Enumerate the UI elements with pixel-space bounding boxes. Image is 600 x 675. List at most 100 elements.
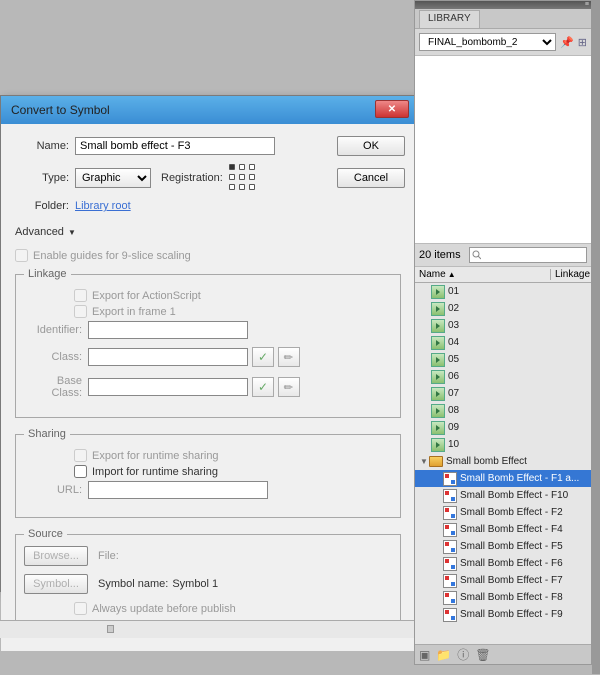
- list-item[interactable]: Small Bomb Effect - F5: [415, 538, 591, 555]
- export-frame1-checkbox: [74, 305, 87, 318]
- nine-slice-checkbox: [15, 249, 28, 262]
- list-item[interactable]: 07: [415, 385, 591, 402]
- graphic-icon: [443, 523, 457, 537]
- properties-icon[interactable]: ⓘ: [457, 646, 469, 663]
- panel-top-strip[interactable]: ≡: [415, 1, 591, 9]
- sort-asc-icon: ▲: [448, 270, 456, 279]
- movieclip-icon: [431, 421, 445, 435]
- library-toolbar: ▣ 📁 ⓘ 🗑: [415, 644, 591, 664]
- list-item[interactable]: 06: [415, 368, 591, 385]
- library-document-select[interactable]: FINAL_bombomb_2: [419, 33, 556, 51]
- list-item[interactable]: 10: [415, 436, 591, 453]
- library-preview: [415, 56, 591, 244]
- list-item[interactable]: Small Bomb Effect - F7: [415, 572, 591, 589]
- graphic-icon: [443, 472, 457, 486]
- dialog-title: Convert to Symbol: [11, 103, 110, 117]
- edit-base-button: ✎: [278, 377, 300, 397]
- pin-icon[interactable]: 📌: [560, 36, 574, 49]
- always-update-checkbox: [74, 602, 87, 615]
- list-item[interactable]: 09: [415, 419, 591, 436]
- movieclip-icon: [431, 438, 445, 452]
- new-symbol-icon[interactable]: ▣: [419, 648, 430, 662]
- linkage-fieldset: Linkage Export for ActionScript Export i…: [15, 268, 401, 418]
- sharing-legend: Sharing: [24, 428, 70, 440]
- library-panel: ≡ LIBRARY FINAL_bombomb_2 📌 ⊞ 20 items N…: [414, 0, 592, 665]
- dialog-titlebar[interactable]: Convert to Symbol ✕: [1, 96, 415, 124]
- movieclip-icon: [431, 404, 445, 418]
- list-item[interactable]: 01: [415, 283, 591, 300]
- library-tab[interactable]: LIBRARY: [419, 10, 480, 28]
- list-item[interactable]: 02: [415, 300, 591, 317]
- validate-class-button: ✓: [252, 347, 274, 367]
- name-input[interactable]: [75, 137, 275, 155]
- source-fieldset: Source Browse... File: Symbol... Symbol …: [15, 528, 401, 629]
- movieclip-icon: [431, 387, 445, 401]
- url-input: [88, 481, 268, 499]
- identifier-input: [88, 321, 248, 339]
- source-legend: Source: [24, 528, 67, 540]
- delete-icon[interactable]: 🗑: [475, 648, 490, 662]
- list-item[interactable]: 03: [415, 317, 591, 334]
- list-item[interactable]: 08: [415, 402, 591, 419]
- library-search[interactable]: [469, 247, 587, 263]
- registration-label: Registration:: [161, 172, 223, 184]
- new-library-icon[interactable]: ⊞: [578, 36, 587, 49]
- graphic-icon: [443, 540, 457, 554]
- type-select[interactable]: Graphic: [75, 168, 151, 188]
- ok-button[interactable]: OK: [337, 136, 405, 156]
- right-dock-strip[interactable]: [592, 0, 600, 674]
- linkage-legend: Linkage: [24, 268, 71, 280]
- chevron-down-icon: ▼: [68, 228, 76, 237]
- advanced-toggle[interactable]: Advanced▼: [15, 226, 76, 238]
- class-input: [88, 348, 248, 366]
- list-item[interactable]: Small Bomb Effect - F4: [415, 521, 591, 538]
- movieclip-icon: [431, 353, 445, 367]
- column-linkage[interactable]: Linkage: [551, 269, 591, 280]
- graphic-icon: [443, 506, 457, 520]
- item-count: 20 items: [419, 249, 461, 261]
- graphic-icon: [443, 608, 457, 622]
- list-item[interactable]: Small Bomb Effect - F8: [415, 589, 591, 606]
- collapse-icon[interactable]: ▼: [419, 457, 429, 466]
- list-item-folder[interactable]: ▼Small bomb Effect: [415, 453, 591, 470]
- folder-label: Folder:: [11, 200, 69, 212]
- folder-link[interactable]: Library root: [75, 200, 131, 212]
- movieclip-icon: [431, 302, 445, 316]
- convert-to-symbol-dialog: Convert to Symbol ✕ Name: OK Type: Graph…: [0, 95, 416, 592]
- list-item[interactable]: Small Bomb Effect - F1 a...: [415, 470, 591, 487]
- panel-menu-icon: ≡: [585, 1, 589, 8]
- nine-slice-label: Enable guides for 9-slice scaling: [33, 250, 191, 262]
- graphic-icon: [443, 557, 457, 571]
- list-item[interactable]: Small Bomb Effect - F2: [415, 504, 591, 521]
- type-label: Type:: [11, 172, 69, 184]
- registration-grid[interactable]: [229, 164, 257, 192]
- cancel-button[interactable]: Cancel: [337, 168, 405, 188]
- graphic-icon: [443, 591, 457, 605]
- list-item[interactable]: Small Bomb Effect - F9: [415, 606, 591, 623]
- symbol-button: Symbol...: [24, 574, 88, 594]
- name-label: Name:: [11, 140, 69, 152]
- validate-base-button: ✓: [252, 377, 274, 397]
- search-icon: [472, 250, 481, 260]
- export-actionscript-checkbox: [74, 289, 87, 302]
- list-item[interactable]: 05: [415, 351, 591, 368]
- horizontal-scrollbar[interactable]: [0, 620, 416, 638]
- edit-class-button: ✎: [278, 347, 300, 367]
- list-item[interactable]: Small Bomb Effect - F10: [415, 487, 591, 504]
- base-class-input: [88, 378, 248, 396]
- graphic-icon: [443, 574, 457, 588]
- export-runtime-checkbox: [74, 449, 87, 462]
- library-list: 01020304050607080910▼Small bomb EffectSm…: [415, 283, 591, 644]
- new-folder-icon[interactable]: 📁: [436, 648, 451, 662]
- list-item[interactable]: 04: [415, 334, 591, 351]
- movieclip-icon: [431, 370, 445, 384]
- column-name[interactable]: Name▲: [415, 269, 551, 280]
- movieclip-icon: [431, 336, 445, 350]
- list-item[interactable]: Small Bomb Effect - F6: [415, 555, 591, 572]
- movieclip-icon: [431, 285, 445, 299]
- browse-button: Browse...: [24, 546, 88, 566]
- close-button[interactable]: ✕: [375, 100, 409, 118]
- folder-icon: [429, 456, 443, 467]
- import-runtime-checkbox[interactable]: [74, 465, 87, 478]
- graphic-icon: [443, 489, 457, 503]
